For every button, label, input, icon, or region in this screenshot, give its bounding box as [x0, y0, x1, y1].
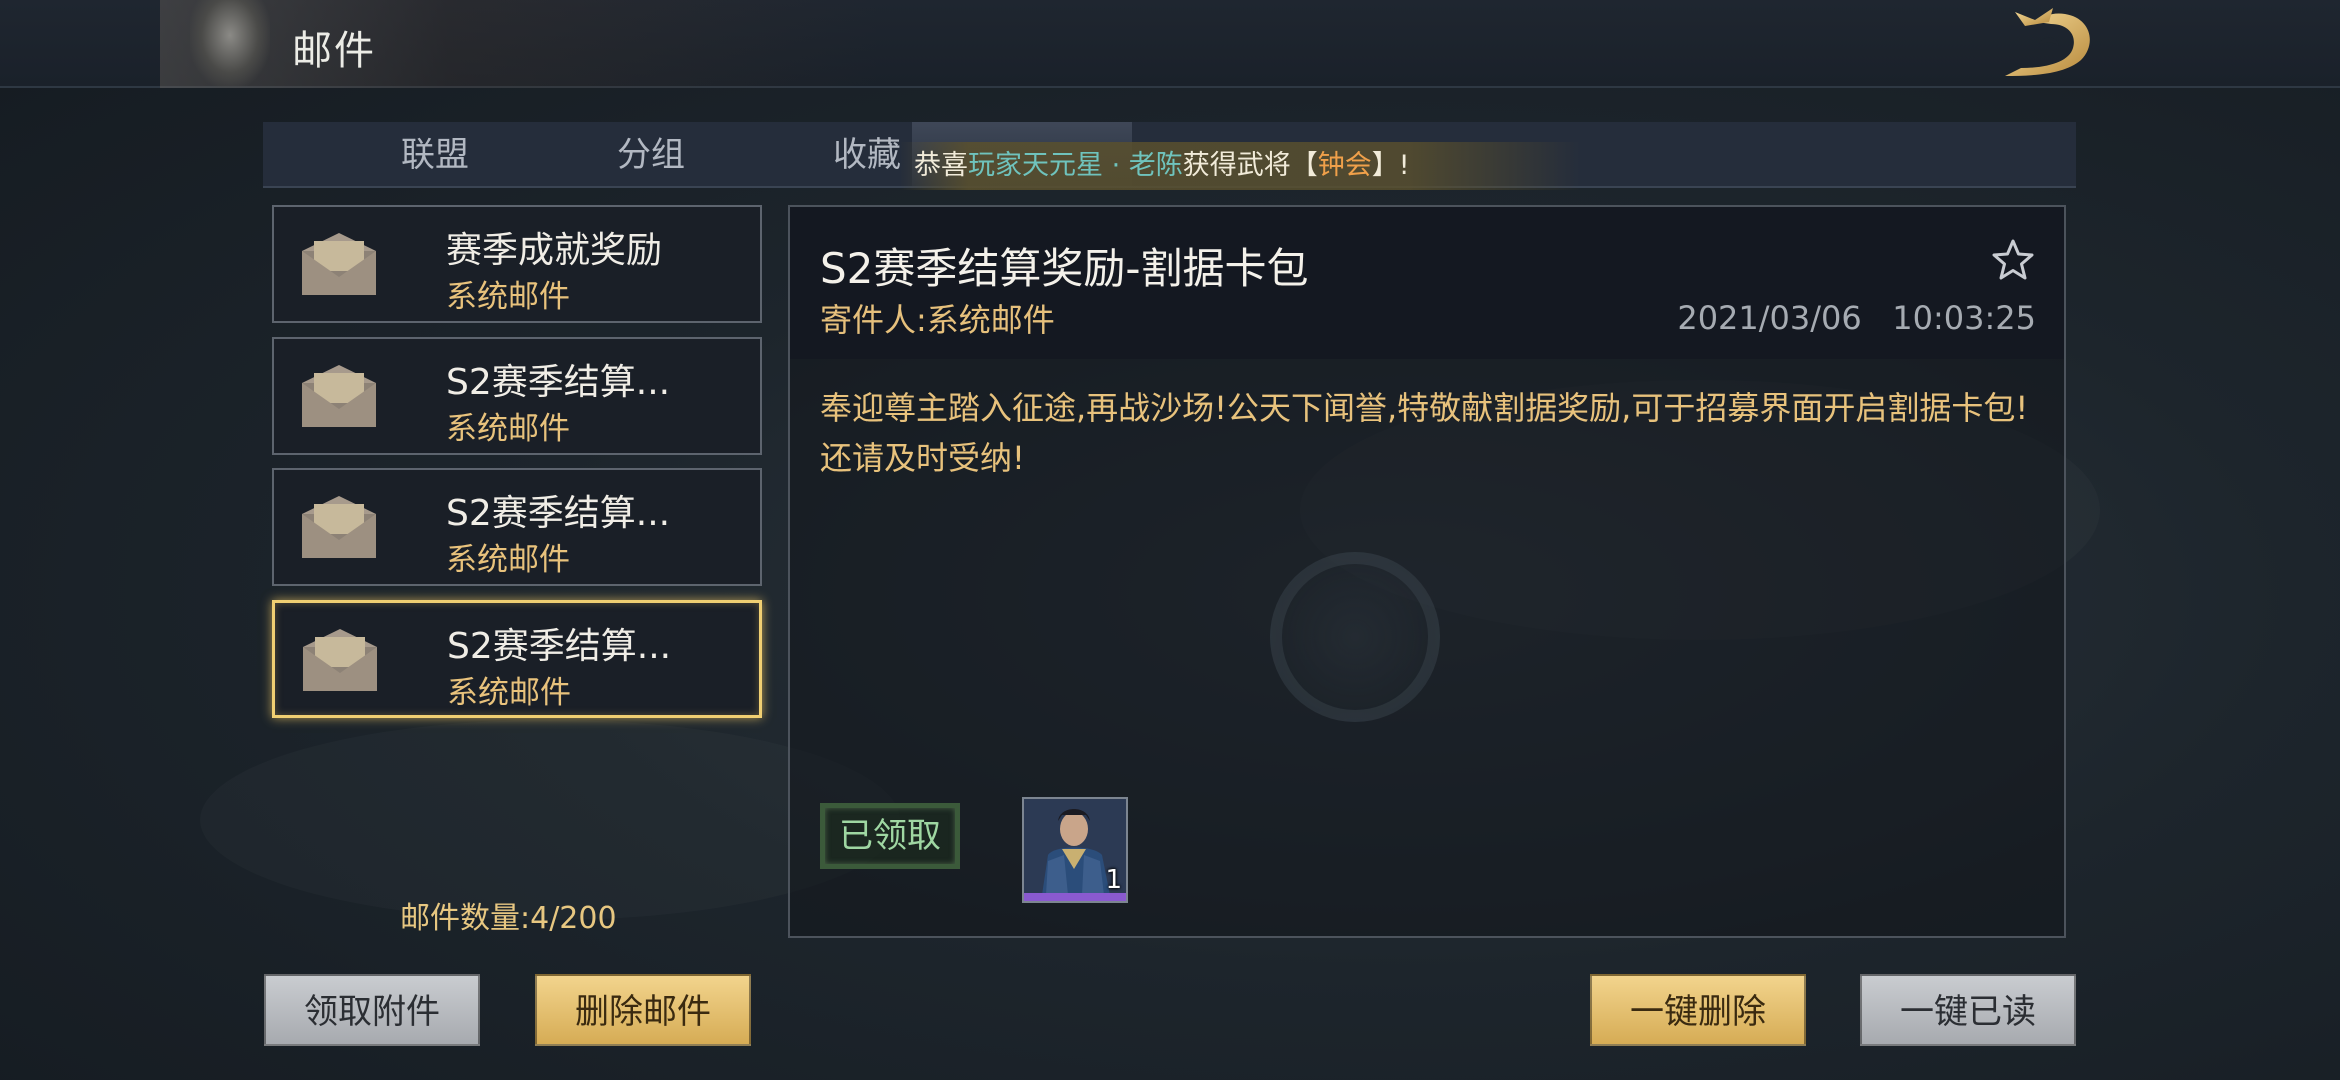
mail-title: S2赛季结算... [446, 493, 671, 534]
marquee-general: 钟会 [1317, 150, 1372, 181]
marquee-middle: 获得武将【 [1182, 150, 1318, 181]
top-bar: 邮件 [0, 0, 2340, 88]
reward-general-card[interactable]: 1 [1022, 797, 1128, 903]
tab-alliance[interactable]: 联盟 [335, 122, 535, 188]
marquee-suffix: 】! [1371, 150, 1410, 181]
read-all-button[interactable]: 一键已读 [1860, 974, 2076, 1046]
mail-list-item[interactable]: 赛季成就奖励 系统邮件 [272, 205, 762, 323]
mail-list-item[interactable]: S2赛季结算... 系统邮件 [272, 468, 762, 586]
mail-detail-title: S2赛季结算奖励-割据卡包 [820, 244, 1309, 293]
page-title: 邮件 [292, 28, 376, 74]
reward-count: 1 [1105, 865, 1122, 895]
mail-detail-sender: 寄件人:系统邮件 [820, 301, 1055, 339]
favorite-star-icon[interactable] [1990, 237, 2036, 283]
background-seal [1270, 552, 1440, 722]
mail-sender: 系统邮件 [446, 411, 570, 447]
envelope-icon [302, 365, 376, 427]
mail-sender: 系统邮件 [446, 279, 570, 315]
mail-detail-header: S2赛季结算奖励-割据卡包 寄件人:系统邮件 2021/03/06 10:03:… [790, 207, 2064, 359]
dragon-emblem-icon [190, 0, 270, 88]
delete-mail-button[interactable]: 删除邮件 [535, 974, 751, 1046]
tab-group[interactable]: 分组 [551, 122, 751, 188]
envelope-icon [302, 496, 376, 558]
mail-detail-panel: S2赛季结算奖励-割据卡包 寄件人:系统邮件 2021/03/06 10:03:… [788, 205, 2066, 938]
mail-sender: 系统邮件 [447, 675, 571, 711]
marquee-prefix: 恭喜 [914, 150, 968, 181]
delete-all-button[interactable]: 一键删除 [1590, 974, 1806, 1046]
mail-list-item[interactable]: S2赛季结算... 系统邮件 [272, 337, 762, 455]
announcement-marquee: 恭喜玩家天元星 · 老陈获得武将【钟会】! [900, 142, 1580, 190]
mail-detail-date: 2021/03/06 10:03:25 [1677, 299, 2036, 337]
dragon-logo-icon [2005, 8, 2090, 77]
mail-sender: 系统邮件 [446, 542, 570, 578]
mail-title: S2赛季结算... [447, 626, 672, 667]
mail-list-item-selected[interactable]: S2赛季结算... 系统邮件 [272, 600, 762, 718]
envelope-icon [303, 629, 377, 691]
mail-count: 邮件数量:4/200 [400, 901, 617, 936]
claimed-status-stamp: 已领取 [820, 803, 960, 869]
mail-title: S2赛季结算... [446, 362, 671, 403]
mail-detail-body: 奉迎尊主踏入征途,再战沙场!公天下闻誉,特敬献割据奖励,可于招募界面开启割据卡包… [820, 389, 2029, 477]
claim-attachments-button[interactable]: 领取附件 [264, 974, 480, 1046]
envelope-icon [302, 233, 376, 295]
marquee-player: 玩家天元星 · 老陈 [968, 150, 1183, 181]
mail-title: 赛季成就奖励 [446, 230, 663, 271]
